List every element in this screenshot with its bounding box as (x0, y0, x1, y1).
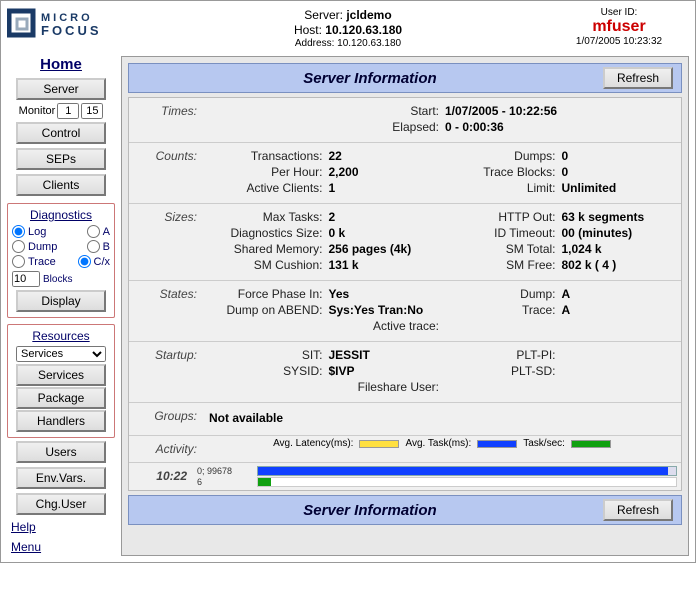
tasksec-swatch (571, 440, 611, 448)
seps-button[interactable]: SEPs (16, 148, 106, 170)
server-name: jcldemo (346, 8, 391, 22)
traceblocks-value: 0 (562, 165, 676, 179)
latency-swatch (359, 440, 399, 448)
idtimeout-value: 00 (minutes) (562, 226, 676, 240)
httpout-value: 63 k segments (562, 210, 676, 224)
dump-value: A (562, 287, 676, 301)
chguser-button[interactable]: Chg.User (16, 493, 106, 515)
refresh-button-top[interactable]: Refresh (603, 67, 673, 89)
fileshare-value (445, 380, 675, 394)
sharedmem-value: 256 pages (4k) (329, 242, 443, 256)
services-button[interactable]: Services (16, 364, 106, 386)
dumponabend-value: Sys:Yes Tran:No (329, 303, 443, 317)
content: Server Information Refresh Times: Start:… (121, 56, 689, 556)
svg-text:FOCUS: FOCUS (41, 23, 102, 38)
groups-label: Groups: (129, 403, 203, 435)
display-button[interactable]: Display (16, 290, 106, 312)
transactions-value: 22 (329, 149, 443, 163)
address: 10.120.63.180 (337, 38, 401, 49)
activeclients-value: 1 (329, 181, 443, 195)
diagnostics-panel: Diagnostics Log A Dump B Trace C/x Block… (7, 203, 115, 318)
blocks-input[interactable] (12, 271, 40, 287)
activity-bar-2 (257, 477, 677, 487)
home-link[interactable]: Home (40, 56, 82, 73)
pltpi-value (562, 348, 676, 362)
forcephase-value: Yes (329, 287, 443, 301)
blocks-label: Blocks (43, 274, 72, 285)
diag-dump-radio[interactable] (12, 240, 25, 253)
start-value: 1/07/2005 - 10:22:56 (445, 104, 675, 118)
package-button[interactable]: Package (16, 387, 106, 409)
maxtasks-value: 2 (329, 210, 443, 224)
logo: MICRO FOCUS (7, 7, 147, 41)
header-center: Server: jcldemo Host: 10.120.63.180 Addr… (157, 7, 539, 50)
server-button[interactable]: Server (16, 78, 106, 100)
info-block: Times: Start:1/07/2005 - 10:22:56 Elapse… (128, 97, 682, 491)
limit-value: Unlimited (562, 181, 676, 195)
page-title-bottom: Server Information (137, 502, 603, 519)
user-id: mfuser (549, 18, 689, 36)
diagnostics-title: Diagnostics (12, 208, 110, 222)
monitor-label: Monitor (19, 105, 56, 117)
activity-time: 10:22 (129, 463, 193, 490)
resources-title: Resources (12, 329, 110, 343)
envvars-button[interactable]: Env.Vars. (16, 467, 106, 489)
states-label: States: (129, 281, 203, 341)
counts-label: Counts: (129, 143, 203, 203)
handlers-button[interactable]: Handlers (16, 410, 106, 432)
activity-legend: Avg. Latency(ms): Avg. Task(ms): Task/se… (207, 438, 677, 449)
page-title: Server Information (137, 70, 603, 87)
dumps-value: 0 (562, 149, 676, 163)
activity-label: Activity: (129, 436, 203, 462)
groups-value: Not available (209, 407, 675, 429)
diag-cx-radio[interactable] (78, 255, 91, 268)
timestamp: 1/07/2005 10:23:32 (549, 36, 689, 47)
sysid-value: $IVP (329, 364, 443, 378)
menu-link[interactable]: Menu (11, 540, 41, 554)
times-label: Times: (129, 98, 203, 142)
diagsize-value: 0 k (329, 226, 443, 240)
diag-log-radio[interactable] (12, 225, 25, 238)
startup-label: Startup: (129, 342, 203, 402)
activity-scale-2: 6 (197, 477, 253, 487)
monitor-input-a[interactable] (57, 103, 79, 119)
sit-value: JESSIT (329, 348, 443, 362)
activetrace-value (445, 319, 675, 333)
header-bar-top: Server Information Refresh (128, 63, 682, 93)
diag-a-radio[interactable] (87, 225, 100, 238)
control-button[interactable]: Control (16, 122, 106, 144)
elapsed-value: 0 - 0:00:36 (445, 120, 675, 134)
monitor-input-b[interactable] (81, 103, 103, 119)
sidebar: Home Server Monitor Control SEPs Clients… (7, 56, 115, 556)
diag-b-radio[interactable] (87, 240, 100, 253)
smtotal-value: 1,024 k (562, 242, 676, 256)
trace-value: A (562, 303, 676, 317)
activity-bar-1 (257, 466, 677, 476)
activity-scale-1: 0; 99678 (197, 466, 253, 476)
task-swatch (477, 440, 517, 448)
host: 10.120.63.180 (325, 23, 402, 37)
resources-panel: Resources Services Services Package Hand… (7, 324, 115, 438)
users-button[interactable]: Users (16, 441, 106, 463)
sizes-label: Sizes: (129, 204, 203, 280)
pltsd-value (562, 364, 676, 378)
perhour-value: 2,200 (329, 165, 443, 179)
refresh-button-bottom[interactable]: Refresh (603, 499, 673, 521)
resources-select[interactable]: Services (16, 346, 106, 362)
smcushion-value: 131 k (329, 258, 443, 272)
diag-trace-radio[interactable] (12, 255, 25, 268)
smfree-value: 802 k ( 4 ) (562, 258, 676, 272)
help-link[interactable]: Help (11, 520, 36, 534)
header-bar-bottom: Server Information Refresh (128, 495, 682, 525)
clients-button[interactable]: Clients (16, 174, 106, 196)
header-right: User ID: mfuser 1/07/2005 10:23:32 (549, 7, 689, 47)
